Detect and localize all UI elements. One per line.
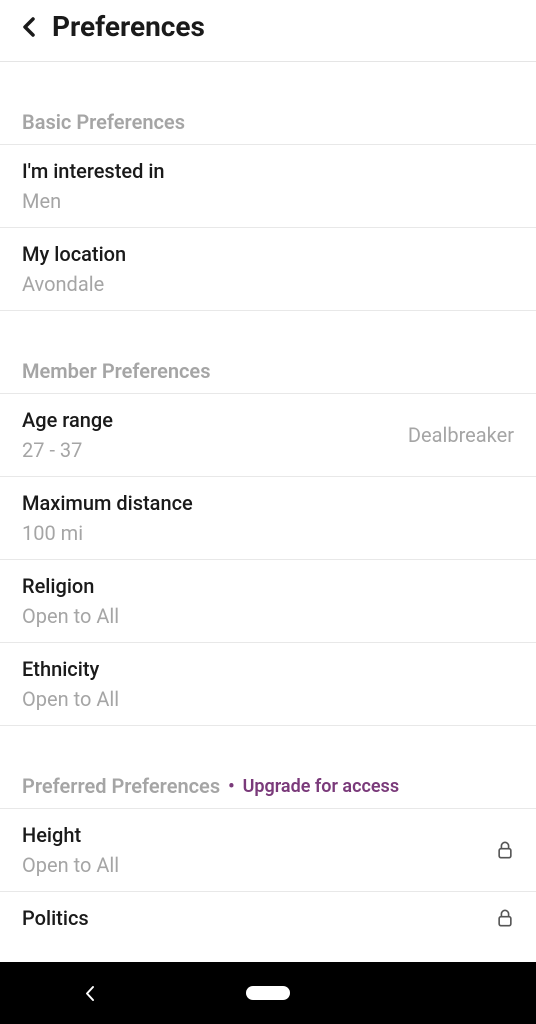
row-badge-area: Dealbreaker [408,423,514,447]
back-button[interactable] [18,17,38,37]
row-height[interactable]: Height Open to All [0,808,536,891]
header: Preferences [0,0,536,61]
section-basic: Basic Preferences I'm interested in Men … [0,62,536,311]
section-header-preferred: Preferred Preferences • Upgrade for acce… [0,774,536,808]
row-label: Ethnicity [22,657,119,681]
upgrade-link[interactable]: Upgrade for access [243,776,400,797]
row-label: My location [22,242,126,266]
row-label: Politics [22,906,89,930]
bullet-separator: • [228,776,234,797]
row-value: Open to All [22,853,119,877]
chevron-left-icon [22,17,35,37]
row-label: Religion [22,574,119,598]
row-age-range[interactable]: Age range 27 - 37 Dealbreaker [0,393,536,476]
row-value: Open to All [22,687,119,711]
chevron-left-icon [84,985,95,1002]
dealbreaker-badge: Dealbreaker [408,423,514,447]
row-icon-area [496,909,514,927]
row-my-location[interactable]: My location Avondale [0,227,536,311]
row-value: 100 mi [22,521,193,545]
row-label: Age range [22,408,113,432]
lock-icon [496,909,514,927]
row-content: Maximum distance 100 mi [22,491,193,545]
android-nav-bar [0,962,536,1024]
page-title: Preferences [52,10,205,43]
row-politics[interactable]: Politics [0,891,536,944]
lock-icon [496,841,514,859]
home-pill-icon [246,986,290,1000]
nav-home-button[interactable] [238,986,298,1000]
row-interested-in[interactable]: I'm interested in Men [0,144,536,227]
row-label: Height [22,823,119,847]
row-content: I'm interested in Men [22,159,165,213]
row-value: Men [22,189,165,213]
section-header-member: Member Preferences [0,359,536,393]
row-content: My location Avondale [22,242,126,296]
row-value: Open to All [22,604,119,628]
row-content: Religion Open to All [22,574,119,628]
row-value: Avondale [22,272,126,296]
row-label: Maximum distance [22,491,193,515]
row-icon-area [496,841,514,859]
section-preferred: Preferred Preferences • Upgrade for acce… [0,726,536,944]
row-label: I'm interested in [22,159,165,183]
nav-back-button[interactable] [59,985,119,1002]
row-maximum-distance[interactable]: Maximum distance 100 mi [0,476,536,559]
row-content: Politics [22,906,89,930]
section-header-basic: Basic Preferences [0,110,536,144]
row-ethnicity[interactable]: Ethnicity Open to All [0,642,536,726]
section-header-label: Preferred Preferences [22,774,220,798]
section-member: Member Preferences Age range 27 - 37 Dea… [0,311,536,726]
row-content: Ethnicity Open to All [22,657,119,711]
row-content: Height Open to All [22,823,119,877]
row-content: Age range 27 - 37 [22,408,113,462]
row-value: 27 - 37 [22,438,113,462]
row-religion[interactable]: Religion Open to All [0,559,536,642]
